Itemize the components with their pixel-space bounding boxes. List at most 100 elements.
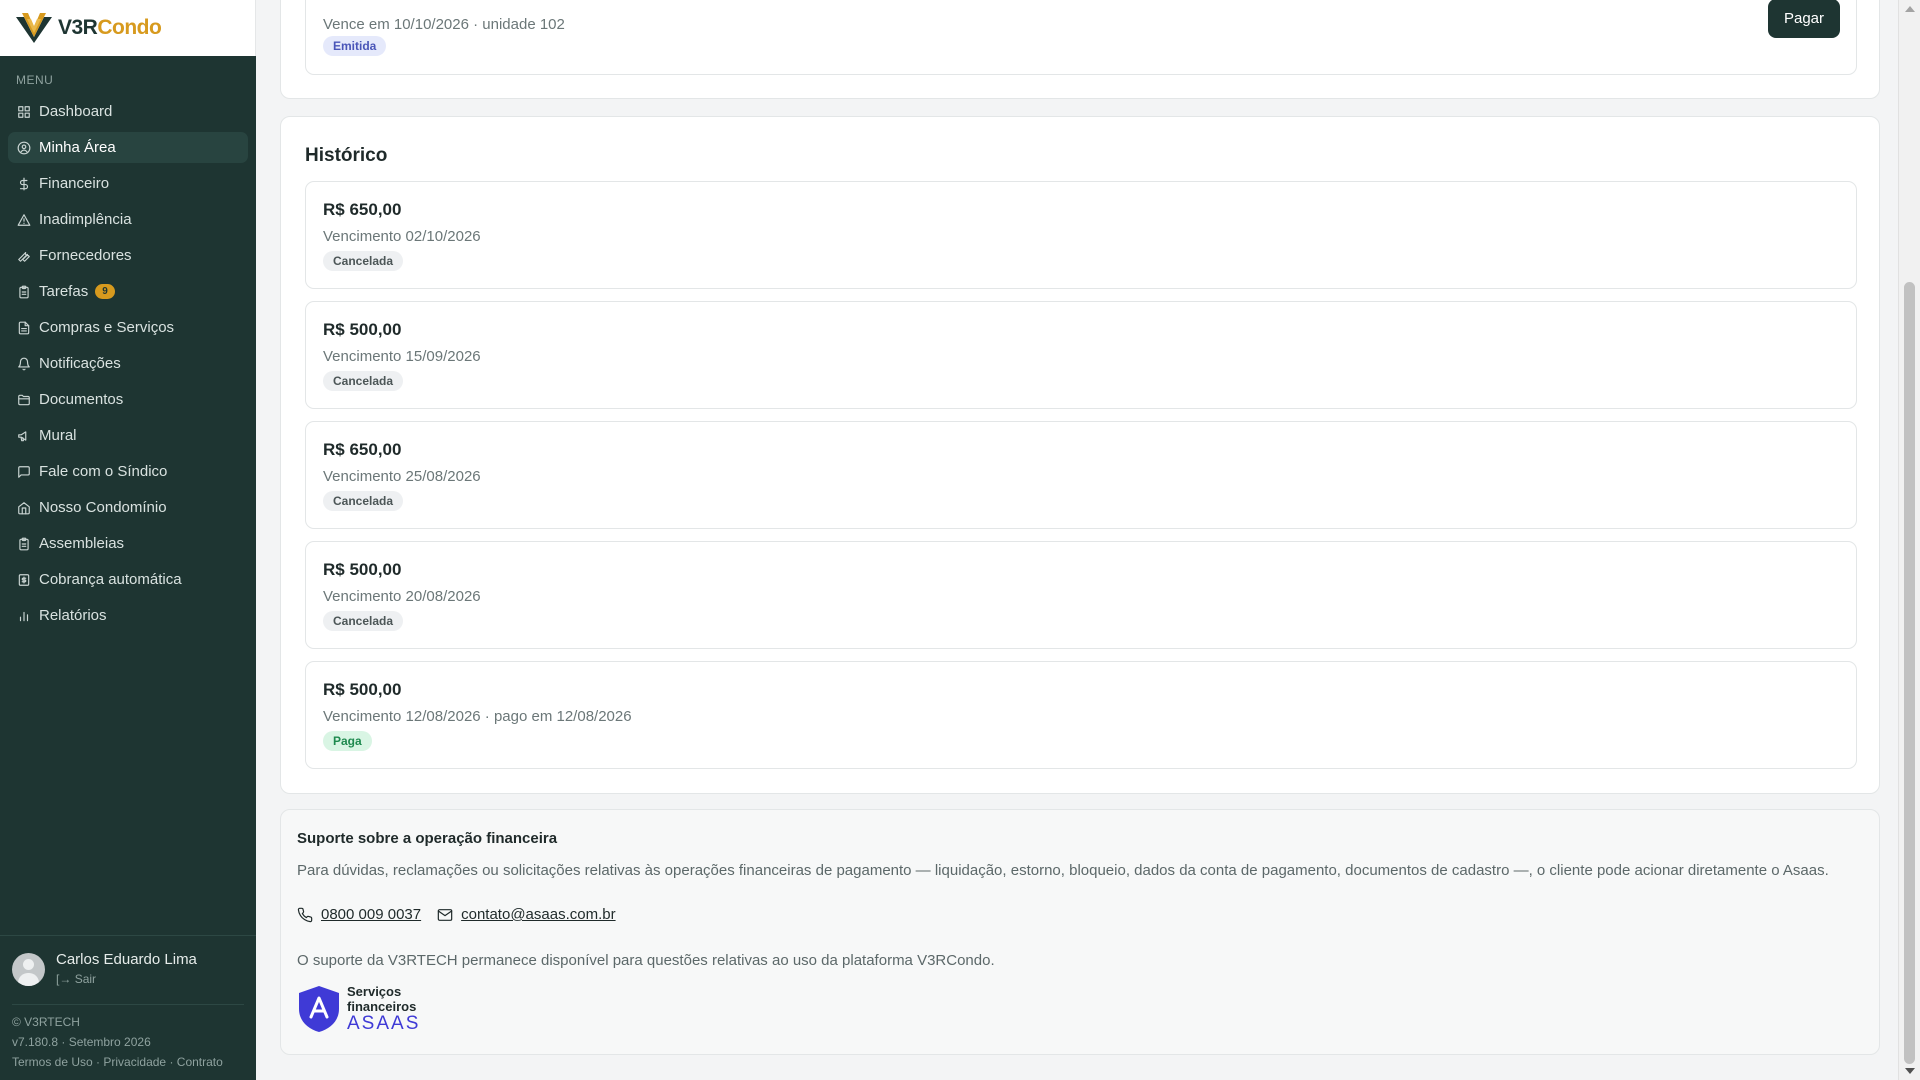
email-address: contato@asaas.com.br xyxy=(461,906,616,923)
logo-text: V3RCondo xyxy=(58,16,162,39)
sidebar-item-dashboard[interactable]: Dashboard xyxy=(8,96,248,127)
phone-icon xyxy=(297,907,313,922)
sidebar-item-label: Notificações xyxy=(39,355,121,372)
phone-link[interactable]: 0800 009 0037 xyxy=(297,906,421,923)
invoice-row[interactable]: R$ 500,00 Vencimento 20/08/2026 Cancelad… xyxy=(305,541,1857,649)
support-text: Para dúvidas, reclamações ou solicitaçõe… xyxy=(297,862,1829,879)
sidebar-item-financeiro[interactable]: Financeiro xyxy=(8,168,248,199)
invoice-amount: R$ 500,00 xyxy=(323,320,402,339)
status-badge: Cancelada xyxy=(323,371,404,391)
sidebar-item-assembleias[interactable]: Assembleias xyxy=(8,528,248,559)
grid-icon xyxy=(17,105,31,119)
home-icon xyxy=(17,501,31,515)
sidebar-item-cobranca-automatica[interactable]: Cobrança automática xyxy=(8,564,248,595)
wrench-icon xyxy=(17,249,31,263)
mail-icon xyxy=(437,908,453,921)
sidebar-item-notificacoes[interactable]: Notificações xyxy=(8,348,248,379)
clipboard-icon xyxy=(17,285,31,299)
privacy-link[interactable]: Privacidade xyxy=(103,1055,166,1069)
sidebar-item-minha-area[interactable]: Minha Área xyxy=(8,132,248,163)
document-icon xyxy=(17,321,31,335)
page-scrollbar[interactable] xyxy=(1898,0,1920,1080)
bar-chart-icon xyxy=(17,609,31,623)
sidebar-item-relatorios[interactable]: Relatórios xyxy=(8,600,248,631)
phone-number: 0800 009 0037 xyxy=(321,906,422,923)
v3r-logo-icon xyxy=(16,13,52,43)
sidebar-item-label: Documentos xyxy=(39,391,124,408)
scroll-down-arrow-icon[interactable] xyxy=(1905,1068,1915,1074)
sidebar-item-label: Minha Área xyxy=(39,139,116,156)
scroll-thumb[interactable] xyxy=(1904,282,1915,1064)
sidebar-item-label: Cobrança automática xyxy=(39,571,182,588)
sidebar-divider xyxy=(12,1004,244,1005)
asaas-brand: ASAAS xyxy=(347,1013,421,1034)
status-badge: Cancelada xyxy=(323,491,404,511)
sidebar-item-label: Assembleias xyxy=(39,535,125,552)
status-badge: Cancelada xyxy=(323,611,404,631)
sidebar-item-nosso-condominio[interactable]: Nosso Condomínio xyxy=(8,492,248,523)
email-link[interactable]: contato@asaas.com.br xyxy=(437,906,616,923)
invoice-amount: R$ 500,00 xyxy=(323,680,402,699)
invoice-due-date: Vencimento 02/10/2026 xyxy=(323,228,481,245)
sidebar-footer: © V3RTECH v7.180.8 · Setembro 2026 Termo… xyxy=(12,1012,223,1072)
sidebar-item-documentos[interactable]: Documentos xyxy=(8,384,248,415)
user-circle-icon xyxy=(17,141,31,155)
invoice-row[interactable]: R$ 650,00 Vencimento 25/08/2026 Cancelad… xyxy=(305,421,1857,529)
folder-icon xyxy=(17,393,31,407)
pay-button[interactable]: Pagar xyxy=(1767,0,1840,38)
support-contacts: 0800 009 0037 contato@asaas.com.br xyxy=(297,906,632,923)
footer-links: Termos de Uso · Privacidade · Contrato xyxy=(12,1055,223,1069)
invoice-amount: R$ 650,00 xyxy=(323,440,402,459)
invoice-due-date: Vencimento 20/08/2026 xyxy=(323,588,481,605)
version-info: v7.180.8 · Setembro 2026 xyxy=(12,1035,151,1049)
logout-label: Sair xyxy=(74,972,97,986)
invoice-amount: R$ 500,00 xyxy=(323,560,402,579)
asaas-subtitle-line2: financeiros xyxy=(347,999,417,1014)
support-card: Suporte sobre a operação financeira Para… xyxy=(280,809,1880,1055)
invoice-row[interactable]: R$ 500,00 Vencimento 15/09/2026 Cancelad… xyxy=(305,301,1857,409)
support-title: Suporte sobre a operação financeira xyxy=(297,830,558,847)
dollar-icon xyxy=(17,177,31,191)
sidebar-item-label: Mural xyxy=(39,427,77,444)
sidebar-item-inadimplencia[interactable]: Inadimplência xyxy=(8,204,248,235)
sidebar-item-label: Inadimplência xyxy=(39,211,132,228)
sidebar-item-mural[interactable]: Mural xyxy=(8,420,248,451)
sidebar-item-label: Nosso Condomínio xyxy=(39,499,167,516)
bell-icon xyxy=(17,357,31,371)
terms-link[interactable]: Termos de Uso xyxy=(12,1055,93,1069)
history-title: Histórico xyxy=(305,145,388,166)
invoice-row[interactable]: R$ 500,00 Vencimento 12/08/2026 · pago e… xyxy=(305,661,1857,769)
avatar[interactable] xyxy=(12,953,45,986)
status-badge: Cancelada xyxy=(323,251,404,271)
invoice-amount: R$ 650,00 xyxy=(323,200,402,219)
megaphone-icon xyxy=(17,429,31,443)
sidebar-item-label: Fale com o Síndico xyxy=(39,463,168,480)
menu-heading: MENU xyxy=(16,73,54,87)
clipboard-icon xyxy=(17,537,31,551)
sidebar-item-compras-servicos[interactable]: Compras e Serviços xyxy=(8,312,248,343)
sidebar-item-fale-sindico[interactable]: Fale com o Síndico xyxy=(8,456,248,487)
current-invoice-card: Vence em 10/10/2026 · unidade 102 Emitid… xyxy=(280,0,1880,99)
status-badge: Emitida xyxy=(323,36,387,56)
invoice-row[interactable]: R$ 650,00 Vencimento 02/10/2026 Cancelad… xyxy=(305,181,1857,289)
sidebar-item-label: Tarefas xyxy=(39,283,89,300)
scroll-up-arrow-icon[interactable] xyxy=(1905,6,1915,12)
contract-link[interactable]: Contrato xyxy=(177,1055,223,1069)
asaas-logo: Serviços financeiros ASAAS xyxy=(297,984,420,1034)
sidebar-item-tarefas[interactable]: Tarefas 9 xyxy=(8,276,248,307)
tasks-count-badge: 9 xyxy=(95,284,115,299)
logout-button[interactable]: [→ Sair xyxy=(56,972,197,986)
chat-icon xyxy=(17,465,31,479)
status-badge: Paga xyxy=(323,731,372,751)
sidebar-item-fornecedores[interactable]: Fornecedores xyxy=(8,240,248,271)
sidebar: V3RCondo MENU Dashboard Minha Área Finan… xyxy=(0,0,256,1080)
sidebar-item-label: Compras e Serviços xyxy=(39,319,175,336)
user-box: Carlos Eduardo Lima [→ Sair xyxy=(0,935,256,986)
sidebar-item-label: Financeiro xyxy=(39,175,110,192)
user-name: Carlos Eduardo Lima xyxy=(56,951,197,968)
logo[interactable]: V3RCondo xyxy=(0,0,256,56)
history-card: Histórico R$ 650,00 Vencimento 02/10/202… xyxy=(280,116,1880,794)
main-content: Vence em 10/10/2026 · unidade 102 Emitid… xyxy=(256,0,1898,1080)
logout-icon: [→ xyxy=(56,972,72,986)
asaas-subtitle-line1: Serviços xyxy=(347,984,402,999)
